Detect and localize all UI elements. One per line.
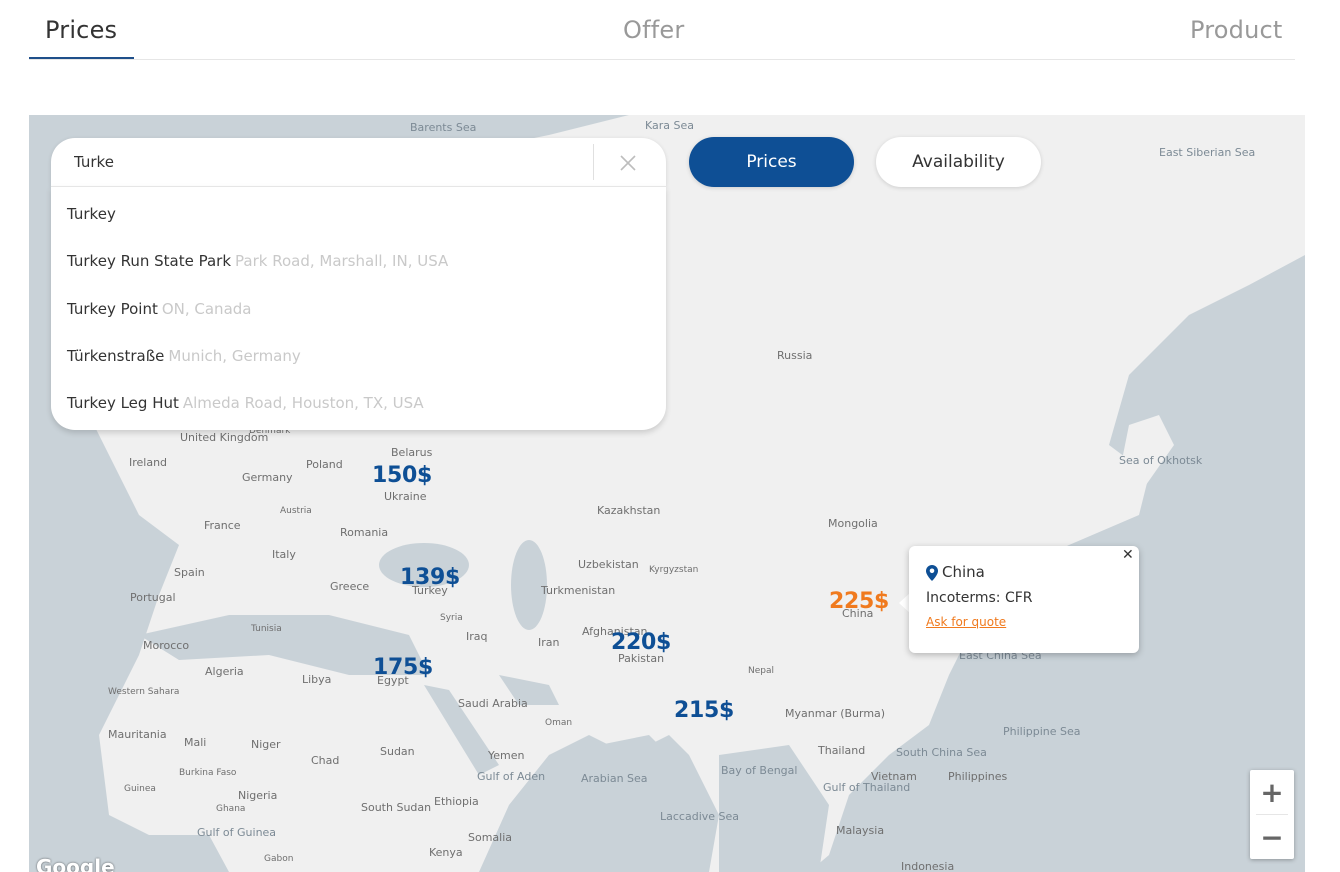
map-label: Morocco	[143, 639, 190, 652]
map-label: Somalia	[468, 831, 513, 844]
map-label: Thailand	[818, 744, 866, 757]
map-label: Germany	[242, 471, 293, 484]
price-marker-india[interactable]: 215$	[674, 698, 734, 723]
map-label: Bay of Bengal	[721, 764, 798, 777]
map-label: Yemen	[488, 749, 525, 762]
map-label: Sea of Okhotsk	[1119, 454, 1203, 467]
map-label: Arabian Sea	[581, 772, 648, 785]
map-label: Sudan	[380, 745, 415, 758]
map-label: Russia	[777, 349, 813, 362]
tab-offer[interactable]: Offer	[623, 16, 684, 44]
map-label: Kara Sea	[645, 119, 695, 132]
location-search	[51, 138, 666, 186]
map-label: Mali	[184, 736, 207, 749]
map-label: Malaysia	[836, 824, 885, 837]
tab-bar: Prices Offer Product	[29, 0, 1295, 60]
map-label: Poland	[306, 458, 343, 471]
search-suggestions: Turkey Turkey Run State Park Park Road, M…	[51, 186, 666, 430]
map-label: Kazakhstan	[597, 504, 661, 517]
map-label: Niger	[251, 738, 281, 751]
map-label: Ghana	[216, 804, 246, 814]
clear-search-button[interactable]	[615, 150, 641, 176]
map-label: Philippine Sea	[1003, 725, 1081, 738]
ask-for-quote-link[interactable]: Ask for quote	[926, 615, 1006, 629]
suggestion-item[interactable]: Turkey Run State Park Park Road, Marshall…	[67, 252, 448, 270]
map-label: Oman	[545, 718, 573, 728]
map-label: Nigeria	[238, 789, 278, 802]
price-marker-turkey[interactable]: 139$	[400, 565, 460, 590]
map-label: Ireland	[129, 456, 168, 469]
map-label: Western Sahara	[108, 687, 180, 697]
map-label: Laccadive Sea	[660, 810, 740, 823]
map-label: Barents Sea	[410, 121, 477, 134]
map-label: Algeria	[205, 665, 244, 678]
suggestion-item[interactable]: Turkey Point ON, Canada	[67, 300, 251, 318]
map-label: Syria	[440, 613, 463, 623]
suggestion-item[interactable]: Turkey Leg Hut Almeda Road, Houston, TX, …	[67, 394, 424, 412]
close-popup-button[interactable]: ✕	[1122, 547, 1134, 563]
price-marker-china[interactable]: 225$	[829, 589, 889, 614]
map-label: Greece	[330, 580, 370, 593]
map-label: Spain	[174, 566, 205, 579]
price-marker-pakistan[interactable]: 220$	[611, 630, 671, 655]
zoom-in-button[interactable]: +	[1250, 770, 1294, 814]
map-label: Belarus	[391, 446, 433, 459]
close-icon	[620, 155, 636, 171]
map-label: Portugal	[130, 591, 176, 604]
map-label: East Siberian Sea	[1159, 146, 1256, 159]
suggestion-item[interactable]: Türkenstraße Munich, Germany	[67, 347, 301, 365]
map-label: Iraq	[466, 630, 488, 643]
zoom-out-button[interactable]: −	[1250, 815, 1294, 859]
map-label: Indonesia	[901, 860, 955, 872]
map-label: Nepal	[748, 666, 774, 676]
map-label: South China Sea	[896, 746, 987, 759]
map-label: Kenya	[429, 846, 463, 859]
map-label: Austria	[280, 506, 312, 516]
map-label: Tunisia	[251, 624, 282, 634]
map-label: France	[204, 519, 241, 532]
map-label: Ethiopia	[434, 795, 479, 808]
price-marker-egypt[interactable]: 175$	[373, 655, 433, 680]
availability-mode-button[interactable]: Availability	[876, 137, 1041, 187]
map-label: Gulf of Thailand	[823, 781, 910, 794]
map-label: Turkmenistan	[541, 584, 616, 597]
price-marker-ukraine[interactable]: 150$	[372, 463, 432, 488]
map-label: Gabon	[264, 854, 294, 864]
map-label: Italy	[272, 548, 296, 561]
map-label: Saudi Arabia	[458, 697, 528, 710]
tab-product[interactable]: Product	[1190, 16, 1283, 44]
map-label: Guinea	[124, 784, 156, 794]
map-label: Gulf of Guinea	[197, 826, 277, 839]
map-label: South Sudan	[361, 801, 432, 814]
map-label: Iran	[538, 636, 560, 649]
map-label: Gulf of Aden	[477, 770, 546, 783]
map-label: United Kingdom	[180, 431, 269, 444]
active-tab-indicator	[29, 57, 134, 59]
tab-prices[interactable]: Prices	[45, 16, 117, 44]
map-label: Romania	[340, 526, 389, 539]
map-label: Mongolia	[828, 517, 878, 530]
map-label: Uzbekistan	[578, 558, 639, 571]
search-divider	[593, 144, 594, 180]
map-label: Myanmar (Burma)	[785, 707, 886, 720]
map-label: Burkina Faso	[179, 768, 237, 778]
map-pin-icon	[926, 565, 938, 581]
suggestion-item[interactable]: Turkey	[67, 205, 120, 223]
map-label: Philippines	[948, 770, 1008, 783]
map-label: Chad	[311, 754, 340, 767]
map-label: Mauritania	[108, 728, 167, 741]
prices-mode-button[interactable]: Prices	[689, 137, 854, 187]
google-logo: Google	[36, 855, 115, 872]
zoom-control: + −	[1250, 770, 1294, 859]
map-label: Kyrgyzstan	[649, 565, 699, 575]
map-label: Ukraine	[384, 490, 427, 503]
map-label: Libya	[302, 673, 332, 686]
popup-country: China	[942, 563, 985, 581]
popup-incoterms: Incoterms: CFR	[926, 590, 1033, 606]
search-input[interactable]	[74, 150, 584, 174]
